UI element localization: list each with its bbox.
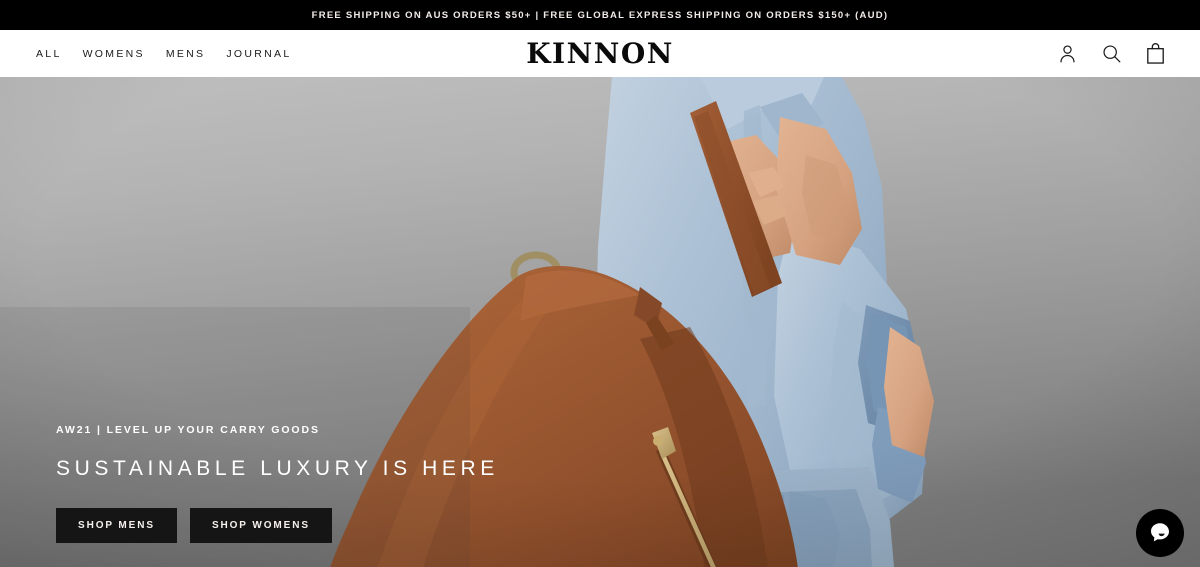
announcement-bar: FREE SHIPPING ON AUS ORDERS $50+ | FREE … — [0, 0, 1200, 30]
chat-bubble-icon — [1148, 520, 1172, 547]
nav-item-mens[interactable]: MENS — [166, 42, 227, 66]
site-logo[interactable]: KINNON — [526, 39, 674, 68]
search-icon[interactable] — [1098, 41, 1124, 67]
nav-item-womens[interactable]: WOMENS — [83, 42, 166, 66]
announcement-text: FREE SHIPPING ON AUS ORDERS $50+ | FREE … — [311, 9, 889, 21]
nav-item-journal[interactable]: JOURNAL — [226, 42, 312, 66]
hero-title: SUSTAINABLE LUXURY IS HERE — [56, 457, 499, 480]
hero-content: AW21 | LEVEL UP YOUR CARRY GOODS SUSTAIN… — [56, 424, 499, 543]
site-header: ALL WOMENS MENS JOURNAL KINNON — [0, 30, 1200, 77]
nav-item-all[interactable]: ALL — [36, 42, 83, 66]
hero-eyebrow: AW21 | LEVEL UP YOUR CARRY GOODS — [56, 424, 320, 436]
chat-launcher-button[interactable] — [1136, 509, 1184, 557]
cart-icon[interactable] — [1142, 41, 1168, 67]
hero-button-group: SHOP MENS SHOP WOMENS — [56, 508, 499, 543]
shop-mens-button[interactable]: SHOP MENS — [56, 508, 177, 543]
header-icon-group — [1054, 41, 1180, 67]
account-icon[interactable] — [1054, 41, 1080, 67]
shop-womens-button[interactable]: SHOP WOMENS — [189, 508, 332, 543]
hero-banner: KINNON AW21 | LEVEL UP YOUR CARRY GOODS … — [0, 77, 1200, 567]
main-navigation: ALL WOMENS MENS JOURNAL — [36, 42, 312, 66]
